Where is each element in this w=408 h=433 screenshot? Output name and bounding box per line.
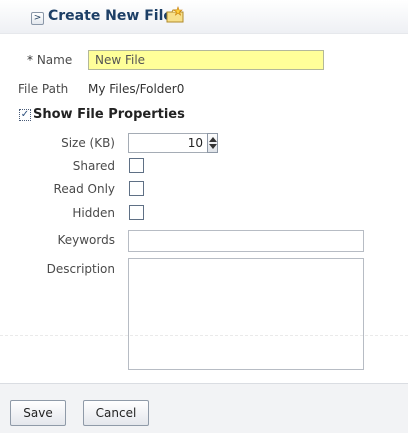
- hidden-label: Hidden: [72, 206, 115, 220]
- spin-up-icon[interactable]: [209, 137, 217, 142]
- shared-label: Shared: [72, 159, 115, 173]
- name-input[interactable]: [88, 50, 324, 70]
- required-marker: *: [27, 53, 37, 67]
- size-input[interactable]: [128, 133, 208, 153]
- checkmark-icon: ✓: [20, 109, 30, 120]
- size-label: Size (KB): [61, 136, 115, 150]
- description-label: Description: [46, 262, 115, 276]
- chevron-right-icon: >: [33, 13, 42, 23]
- dialog-header: > Create New File: [0, 0, 408, 34]
- read-only-checkbox[interactable]: [129, 181, 144, 196]
- save-button[interactable]: Save: [10, 400, 66, 426]
- read-only-label: Read Only: [53, 182, 115, 196]
- divider: [0, 335, 408, 336]
- spin-down-icon[interactable]: [209, 144, 217, 149]
- shared-checkbox[interactable]: [129, 158, 144, 173]
- properties-section-title: Show File Properties: [33, 107, 185, 122]
- keywords-input[interactable]: [128, 230, 364, 252]
- file-path-label: File Path: [18, 82, 69, 96]
- size-spinner: [207, 133, 218, 153]
- hidden-checkbox[interactable]: [129, 205, 144, 220]
- dialog-title: Create New File: [48, 8, 173, 24]
- collapse-toggle-button[interactable]: >: [31, 12, 44, 25]
- new-file-icon: [166, 6, 184, 23]
- description-textarea[interactable]: [128, 258, 364, 370]
- show-properties-checkbox[interactable]: ✓: [19, 109, 31, 121]
- cancel-button[interactable]: Cancel: [83, 400, 149, 426]
- keywords-label: Keywords: [57, 233, 115, 247]
- name-label: * Name: [27, 53, 73, 67]
- file-path-value: My Files/Folder0: [88, 82, 185, 96]
